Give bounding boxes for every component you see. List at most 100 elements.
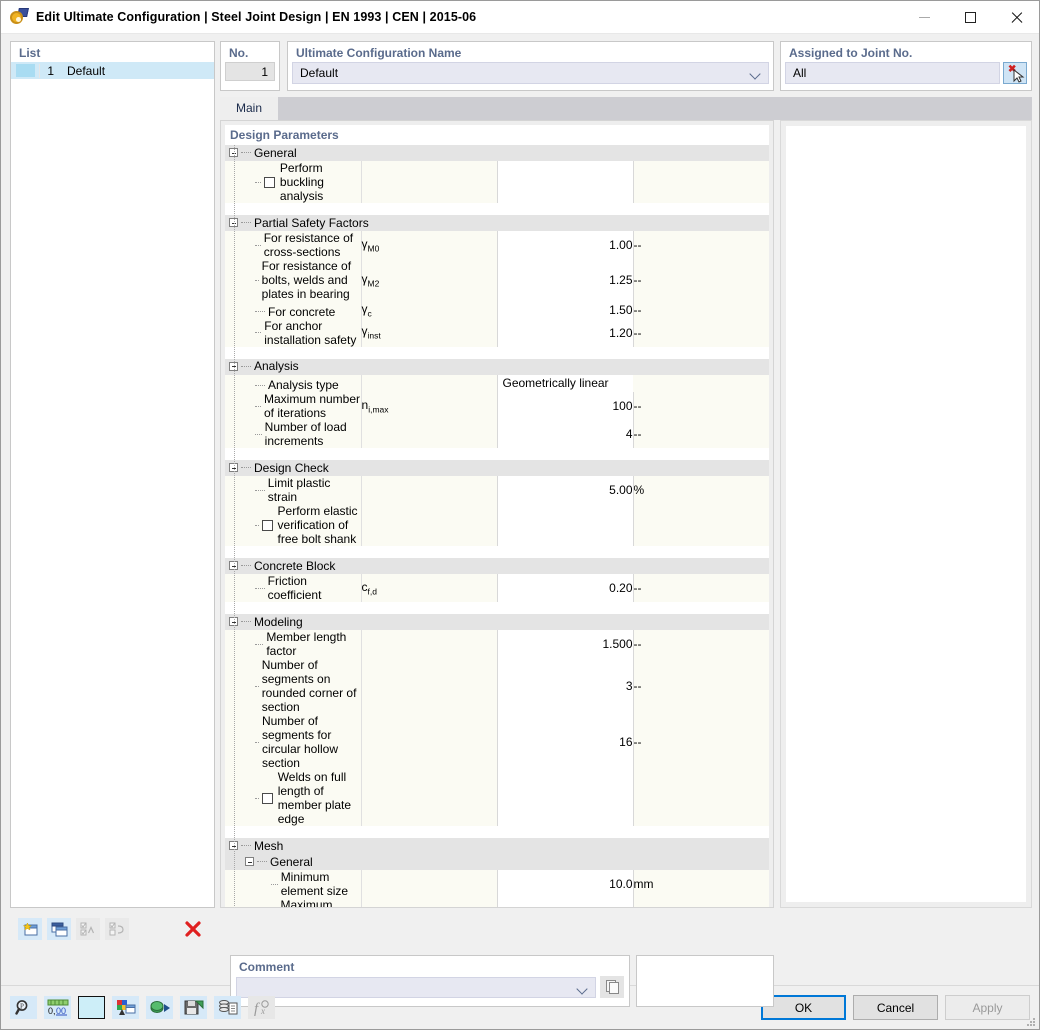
formula-glyph: f x — [254, 1000, 269, 1016]
parameter-value[interactable]: 50.0 — [496, 898, 633, 907]
parameter-label-cell: For resistance of cross-sections — [225, 231, 361, 259]
save-glyph — [184, 1000, 203, 1015]
close-button[interactable] — [993, 1, 1039, 33]
collapse-toggle-icon[interactable] — [245, 857, 254, 867]
maximize-button[interactable] — [947, 1, 993, 33]
table-row[interactable]: For resistance of bolts, welds and plate… — [225, 259, 769, 301]
color-swatch-icon[interactable] — [78, 996, 105, 1019]
parameter-value[interactable]: 100 — [496, 392, 633, 420]
table-row[interactable]: Number of segments on rounded corner of … — [225, 658, 769, 714]
table-row[interactable]: For anchor installation safety γinst 1.20-… — [225, 318, 769, 347]
table-row[interactable]: Perform buckling analysis — [225, 161, 769, 203]
checkbox[interactable] — [261, 519, 273, 531]
section-header-row[interactable]: General — [225, 145, 769, 161]
parameter-value[interactable]: Geometrically linear — [496, 374, 633, 392]
tree-connector — [255, 384, 265, 386]
parameter-value[interactable] — [496, 770, 633, 826]
svg-text:P: P — [20, 1003, 24, 1011]
tree-connector — [255, 279, 259, 281]
table-row[interactable]: Perform elastic verification of free bol… — [225, 504, 769, 546]
spacer-row — [225, 546, 769, 558]
check-reset-icon — [109, 922, 124, 935]
section-header-row[interactable]: Mesh — [225, 838, 769, 854]
minimize-button[interactable] — [901, 1, 947, 33]
layers-icon[interactable] — [214, 996, 241, 1019]
parameter-value[interactable]: 10.0 — [496, 870, 633, 898]
table-row[interactable]: Number of segments for circular hollow s… — [225, 714, 769, 770]
select-joints-button[interactable]: ✖ — [1003, 62, 1027, 84]
parameter-value[interactable]: 1.00 — [496, 231, 633, 259]
import-icon[interactable] — [146, 996, 173, 1019]
table-row[interactable]: Welds on full length of member plate edg… — [225, 770, 769, 826]
parameter-value[interactable]: 1.25 — [496, 259, 633, 301]
section-label: Analysis — [254, 359, 299, 374]
parameter-unit: -- — [632, 658, 769, 714]
assigned-joints-field[interactable]: All — [785, 62, 1000, 84]
parameter-value[interactable]: 4 — [496, 420, 633, 448]
table-row[interactable]: Analysis type Geometrically linear — [225, 374, 769, 392]
section-header-row[interactable]: Concrete Block — [225, 558, 769, 574]
comment-combobox[interactable] — [236, 976, 596, 998]
list-item[interactable]: 1 Default — [11, 62, 214, 79]
parameter-label: Limit plastic strain — [267, 476, 331, 504]
spacer-cell — [225, 546, 769, 558]
section-header-cell: General — [225, 145, 769, 161]
section-label: Modeling — [254, 614, 303, 629]
checkbox[interactable] — [261, 792, 273, 804]
table-row[interactable]: Maximum number of iterations ni,max 100 -- — [225, 392, 769, 420]
parameter-value[interactable]: 16 — [496, 714, 633, 770]
svg-text:0,: 0, — [48, 1006, 56, 1016]
parameter-value[interactable] — [496, 161, 633, 203]
configuration-name-combobox[interactable]: Default — [292, 62, 769, 84]
new-configuration-button[interactable] — [18, 918, 42, 940]
new-window-icon — [22, 921, 37, 935]
parameter-value[interactable]: 1.20 — [496, 318, 633, 347]
display-properties-icon[interactable] — [112, 996, 139, 1019]
parameter-value[interactable]: 0.20 — [496, 574, 633, 602]
parameter-value[interactable]: 5.00 — [496, 476, 633, 504]
section-header-row[interactable]: Partial Safety Factors — [225, 215, 769, 231]
parameter-label: Perform elastic verification of free bol… — [277, 504, 358, 546]
parameter-label: Minimum element size — [280, 870, 349, 898]
tree-connector — [255, 181, 261, 183]
parameter-label: Number of segments for circular hollow s… — [261, 714, 338, 770]
joint-config-icon — [8, 6, 30, 28]
section-header-row[interactable]: Analysis — [225, 358, 769, 375]
table-row[interactable]: For concrete γc 1.50 -- — [225, 301, 769, 319]
parameter-symbol: γc — [360, 301, 497, 319]
checkbox[interactable] — [263, 176, 275, 188]
tree-connector — [255, 433, 262, 435]
table-row[interactable]: Limit plastic strain 5.00% — [225, 476, 769, 504]
table-row[interactable]: Friction coefficient cf,d 0.20 -- — [225, 574, 769, 602]
section-header-row[interactable]: Modeling — [225, 614, 769, 630]
tab-main[interactable]: Main — [220, 97, 279, 120]
tree-connector — [255, 741, 259, 743]
copy-comment-button[interactable] — [600, 976, 624, 998]
table-row[interactable]: Member length factor 1.500 -- — [225, 630, 769, 658]
parameter-unit: -- — [632, 630, 769, 658]
parameter-value[interactable]: 3 — [496, 658, 633, 714]
section-header-row[interactable]: General — [225, 854, 769, 870]
edit-ultimate-configuration-window: Edit Ultimate Configuration | Steel Join… — [0, 0, 1040, 1030]
parameter-value[interactable]: 1.50 — [496, 301, 633, 319]
table-row[interactable]: Minimum element size 10.0 mm — [225, 870, 769, 898]
parameter-label-cell: Perform elastic verification of free bol… — [225, 504, 361, 546]
section-header-row[interactable]: Design Check — [225, 460, 769, 476]
decimal-places-icon[interactable]: 0, 00 — [44, 996, 71, 1019]
table-row[interactable]: Number of load increments 4 -- — [225, 420, 769, 448]
resize-grip[interactable] — [1026, 1017, 1036, 1027]
parameter-value[interactable]: 1.500 — [496, 630, 633, 658]
parameter-value[interactable] — [496, 504, 633, 546]
cancel-button[interactable]: Cancel — [853, 995, 938, 1020]
search-icon[interactable]: P — [10, 996, 37, 1019]
chevron-down-icon — [749, 68, 761, 80]
parameter-symbol: cf,d — [360, 574, 497, 602]
section-header-cell: Concrete Block — [225, 558, 769, 574]
copy-configuration-button[interactable] — [47, 918, 71, 940]
table-row[interactable]: Maximum element size 50.0mm — [225, 898, 769, 907]
cursor-pick-icon — [1013, 68, 1025, 83]
tree-connector — [241, 365, 251, 367]
table-row[interactable]: For resistance of cross-sections γM0 1.00-… — [225, 231, 769, 259]
save-icon[interactable] — [180, 996, 207, 1019]
delete-configuration-button[interactable] — [181, 918, 205, 940]
